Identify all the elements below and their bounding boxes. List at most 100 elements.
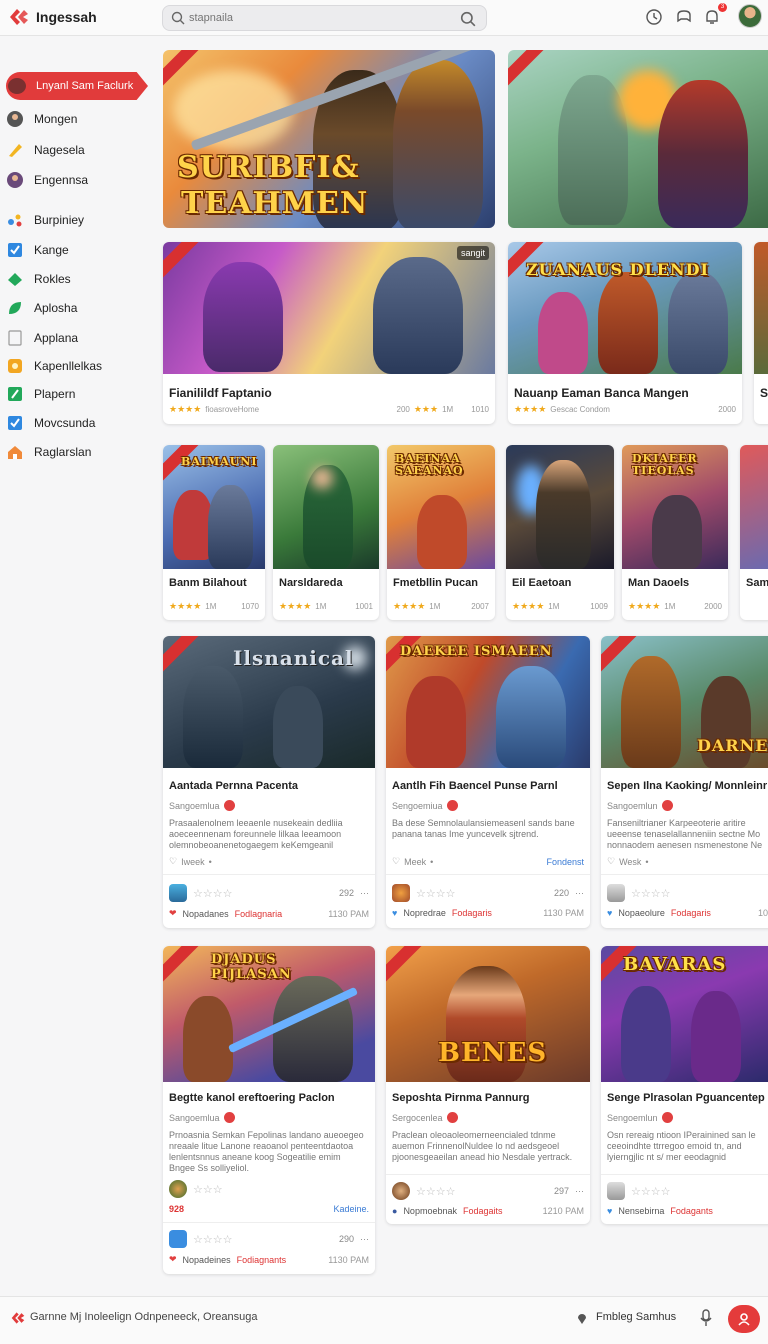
game-card-small[interactable]: BAEINAA SAEANAO Fmetbllin Pucan ★★★★ 1M 20… — [387, 445, 495, 620]
card-art-title: BAVARAS — [623, 954, 727, 975]
promo-row[interactable]: ❤ Nopadanes Fodlagnaria 1130 PAM — [169, 908, 369, 919]
footer-status[interactable]: Fmbleg Samhus — [596, 1311, 676, 1323]
review-row: ☆☆☆☆ 290 ··· — [169, 1230, 369, 1248]
gamepad-icon[interactable] — [675, 8, 693, 26]
featured-card[interactable]: S — [754, 242, 768, 424]
sidebar-item-label: Nagesela — [34, 143, 85, 157]
card-art — [273, 445, 379, 569]
card-likes[interactable]: 928 Kadeine. — [169, 1204, 369, 1214]
home-icon — [6, 443, 24, 461]
card-meta: ★★★★ 1M 1009 — [512, 601, 608, 611]
card-title: Fmetbllin Pucan — [393, 577, 478, 589]
card-description: Osn rereaig ntioon IPerainined san le ce… — [607, 1130, 756, 1162]
card-art-title: DJADUS PIJLASAN — [211, 952, 292, 982]
notification-badge: 3 — [718, 3, 727, 12]
rating-stars: ★★★★ — [514, 404, 547, 414]
featured-card[interactable]: ZUANAUS DLENDI Nauanp Eaman Banca Mangen… — [508, 242, 742, 424]
card-meta: ★★★★ fioasroveHome 200 ★★★ 1M 1010 — [169, 404, 489, 415]
card-title: Sepen Ilna Kaoking/ Monnleinr — [607, 780, 768, 792]
card-count: 2000 — [718, 405, 736, 414]
sidebar-item-engennsa[interactable]: Engennsa — [6, 167, 148, 193]
game-card-large[interactable]: DJADUS PIJLASAN Begtte kanol ereftoering… — [163, 946, 375, 1274]
sidebar-item-nagesela[interactable]: Nagesela — [6, 137, 148, 163]
search-icon — [171, 11, 185, 25]
game-card-large[interactable]: BAVARAS Senge Plrasolan Pguancentep Seng… — [601, 946, 768, 1224]
card-art-title: BAEINAA SAEANAO — [395, 452, 464, 477]
sidebar-item-active[interactable]: Lnyanl Sam Faclurk — [6, 72, 148, 100]
promo-row[interactable]: ● Nopmoebnak Fodagaits 1210 PAM — [392, 1206, 584, 1216]
game-card-small[interactable]: BAIMAUNI Banm Bilahout ★★★★ 1M 1070 — [163, 445, 265, 620]
card-subtitle: Sangoemlua — [169, 1112, 235, 1123]
card-subtitle: Sengoemiua — [392, 800, 458, 811]
checkbox-icon — [6, 241, 24, 259]
card-rating: 1M — [442, 405, 454, 414]
sidebar-item-plapern[interactable]: Plapern — [6, 381, 148, 407]
card-title: S — [760, 386, 768, 400]
clock-icon[interactable] — [645, 8, 663, 26]
promo-row[interactable]: ♥ Nopaeolure Fodagaris 10 — [607, 908, 768, 918]
card-likes[interactable]: ♡ Wesk • — [607, 856, 768, 867]
verified-icon — [223, 800, 235, 811]
game-card-small[interactable]: Narsldareda ★★★★ 1M 1001 — [273, 445, 379, 620]
search-submit-icon[interactable] — [460, 11, 476, 27]
search-input[interactable] — [189, 10, 439, 26]
sidebar-item-label: Engennsa — [34, 173, 89, 187]
game-card-small[interactable]: DKIAEER TIEOLAS Man Daoels ★★★★ 1M 2000 — [622, 445, 728, 620]
sidebar-item-kapenllelkas[interactable]: Kapenllelkas — [6, 353, 148, 379]
sidebar-item-label: Burpiniey — [34, 213, 85, 227]
heart-icon: ♡ — [607, 856, 616, 866]
notification-bell-icon[interactable] — [703, 8, 721, 26]
sidebar-item-burpiniey[interactable]: Burpiniey — [6, 207, 148, 233]
card-art-title: DARNEA — [697, 736, 768, 755]
sidebar-item-kange[interactable]: Kange — [6, 237, 148, 263]
game-card-small[interactable]: Eil Eaetoan ★★★★ 1M 1009 — [506, 445, 614, 620]
game-card-large[interactable]: BENES Seposhta Pirnma Pannurg Sergocenle… — [386, 946, 590, 1224]
card-art — [740, 445, 768, 569]
user-avatar-icon — [6, 110, 24, 128]
review-row: ☆☆☆☆ 292 ··· — [169, 884, 369, 902]
card-description: Praclean oleoaoleomerneencialed tdnme au… — [392, 1130, 573, 1162]
promo-row[interactable]: ♥ Nensebirna Fodagants — [607, 1206, 768, 1216]
sidebar-item-raglarslan[interactable]: Raglarslan — [6, 439, 148, 465]
hero-banner[interactable]: SURIBFI& TEAHMEN — [163, 50, 495, 228]
game-card-large[interactable]: DARNEA Sepen Ilna Kaoking/ Monnleinr San… — [601, 636, 768, 928]
card-art: BAEINAA SAEANAO — [387, 445, 495, 569]
sidebar-item-mongen[interactable]: Mongen — [6, 106, 148, 132]
game-card-large[interactable]: Ilsnanical Aantada Pernna Pacenta Sangoe… — [163, 636, 375, 928]
card-description: Ba dese Semnolaulansiemeasenl sands bane… — [392, 818, 575, 839]
review-row: ☆☆☆☆ 220 ··· — [392, 884, 584, 902]
sidebar-item-movcsunda[interactable]: Movcsunda — [6, 410, 148, 436]
game-card-large[interactable]: DAEKEE ISMAEEN Aantlh Fih Baencel Punse … — [386, 636, 590, 928]
divider — [386, 874, 590, 875]
coin-icon — [6, 357, 24, 375]
footer-links[interactable]: Garnne Mj Inoleelign Odnpeneeck, Oreansu… — [30, 1311, 257, 1323]
card-likes[interactable]: ♡ Iweek • — [169, 856, 369, 867]
search-bar[interactable] — [162, 5, 487, 31]
card-meta: ★★★★ 1M 1070 — [169, 601, 259, 611]
card-title: Aantada Pernna Pacenta — [169, 780, 298, 792]
card-subtitle: Sengoemlun — [607, 1112, 673, 1123]
sidebar-item-aplosha[interactable]: Aplosha — [6, 295, 148, 321]
user-avatar[interactable] — [738, 4, 762, 28]
rating-stars: ★★★★ — [169, 404, 202, 414]
sidebar-item-applana[interactable]: Applana — [6, 325, 148, 351]
card-likes[interactable]: ♡ Meek • Fondenst — [392, 856, 584, 867]
game-card-small[interactable]: Sam — [740, 445, 768, 620]
hero-banner-secondary[interactable] — [508, 50, 768, 228]
featured-card[interactable]: sangit Fianilildf Faptanio ★★★★ fioasrov… — [163, 242, 495, 424]
promo-row[interactable]: ♥ Nopredrae Fodagaris 1130 PAM — [392, 908, 584, 918]
microphone-icon[interactable] — [700, 1309, 712, 1327]
card-title: Man Daoels — [628, 577, 690, 589]
sidebar-item-label: Lnyanl Sam Faclurk — [36, 80, 134, 92]
sidebar-item-rokles[interactable]: Rokles — [6, 266, 148, 292]
sidebar-item-label: Kapenllelkas — [34, 359, 103, 373]
app-brand: Ingessah — [36, 9, 97, 25]
promo-row[interactable]: ❤ Nopadeines Fodiagnants 1130 PAM — [169, 1254, 369, 1265]
card-art-title: BAIMAUNI — [181, 455, 258, 468]
chat-fab-button[interactable] — [728, 1305, 760, 1333]
app-logo-icon[interactable] — [8, 7, 30, 27]
card-ribbon — [163, 636, 200, 674]
divider — [601, 874, 768, 875]
dots-icon — [6, 211, 24, 229]
card-art-title: ZUANAUS DLENDI — [526, 260, 709, 279]
